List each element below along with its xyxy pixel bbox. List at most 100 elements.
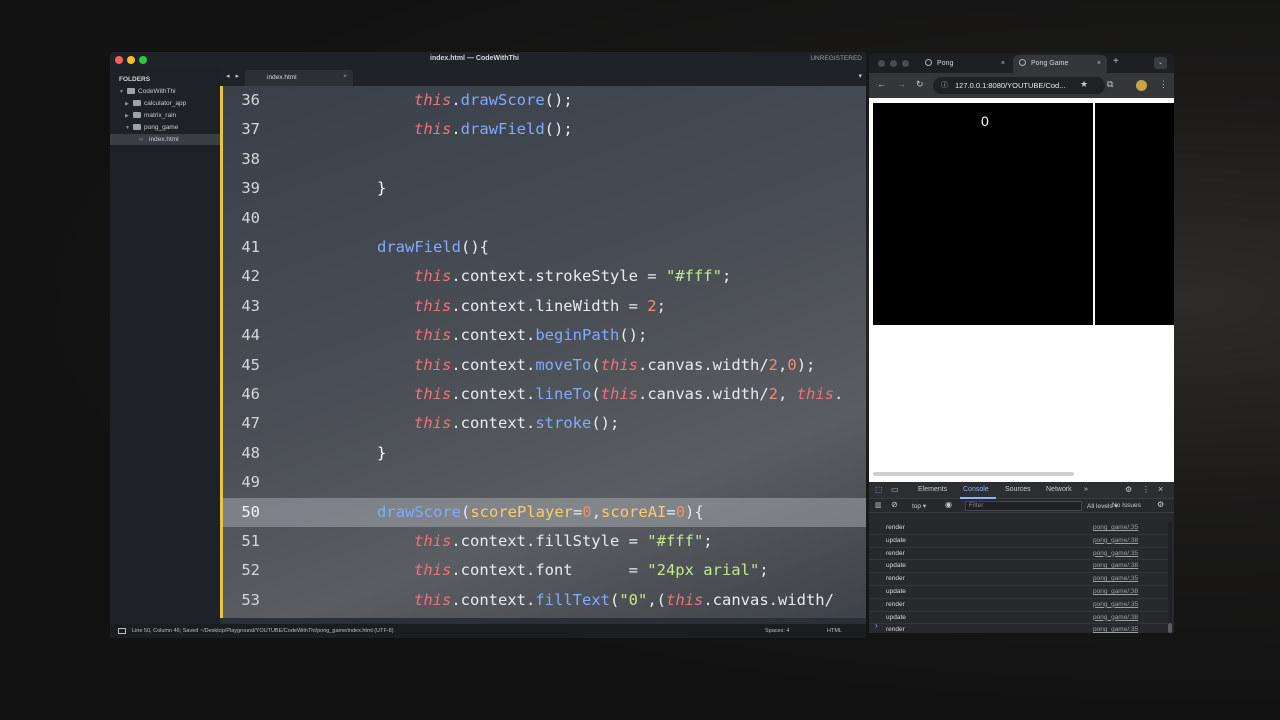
line-number: 38 — [241, 149, 260, 168]
folder-icon — [133, 124, 141, 130]
clear-console-icon[interactable]: ⊘ — [891, 500, 898, 509]
console-log-row: update pong_game/:38 — [869, 612, 1169, 625]
device-toolbar-icon[interactable]: ▭ — [891, 485, 899, 494]
log-source-link[interactable]: pong_game/:35 — [1093, 599, 1138, 612]
indentation-setting[interactable]: Spaces: 4 — [765, 624, 789, 638]
code-line: 44 this.context.beginPath(); — [220, 321, 866, 350]
console-prompt[interactable]: › — [875, 621, 878, 630]
log-source-link[interactable]: pong_game/:35 — [1093, 522, 1138, 535]
close-window-button[interactable] — [878, 60, 885, 67]
log-source-link[interactable]: pong_game/:38 — [1093, 612, 1138, 625]
tab-index-html[interactable]: index.html × — [245, 70, 353, 86]
horizontal-scrollbar[interactable] — [873, 472, 1074, 476]
console-log-row: update pong_game/:38 — [869, 560, 1169, 574]
log-source-link[interactable]: pong_game/:35 — [1093, 573, 1138, 586]
site-info-icon[interactable]: ⓘ — [941, 77, 948, 94]
browser-tab-pong[interactable]: Pong × — [919, 55, 1011, 73]
sidebar-toggle-icon[interactable]: ▥ — [875, 501, 882, 509]
log-source-link[interactable]: pong_game/:35 — [1093, 548, 1138, 561]
code-line: 45 this.context.moveTo(this.canvas.width/… — [220, 351, 866, 380]
tab-sources[interactable]: Sources — [1005, 486, 1031, 493]
close-devtools-icon[interactable]: × — [1158, 484, 1163, 494]
extensions-icon[interactable]: ⧉ — [1107, 79, 1113, 90]
panel-toggle-icon[interactable] — [118, 628, 126, 634]
code-line: 46 this.context.lineTo(this.canvas.width/… — [220, 380, 866, 409]
sidebar-item-label: index.html — [149, 136, 179, 143]
sidebar-item-matrix-rain[interactable]: ▶ matrix_rain — [125, 110, 176, 121]
settings-gear-icon[interactable]: ⚙ — [1125, 485, 1132, 494]
log-source-link[interactable]: pong_game/:38 — [1093, 535, 1138, 548]
folder-icon — [133, 100, 141, 106]
editor-tab-bar: ◂ ▸ index.html × ▾ — [220, 68, 866, 86]
tab-list-dropdown-icon[interactable]: ▾ — [858, 72, 862, 80]
more-menu-icon[interactable]: ⋮ — [1159, 79, 1168, 90]
sidebar-item-pong-game[interactable]: ▼ pong_game — [125, 122, 178, 133]
console-filter-input[interactable]: Filter — [965, 501, 1082, 511]
new-tab-button[interactable]: + — [1113, 56, 1119, 67]
browser-tab-pong-game[interactable]: Pong Game × — [1013, 55, 1107, 73]
more-tabs-icon[interactable]: » — [1084, 486, 1088, 493]
tab-close-icon[interactable]: × — [343, 73, 347, 80]
minimize-window-button[interactable] — [890, 60, 897, 67]
code-line: 51 this.context.fillStyle = "#fff"; — [220, 527, 866, 556]
tab-close-icon[interactable]: × — [1001, 55, 1005, 73]
zoom-window-button[interactable] — [902, 60, 909, 67]
console-settings-gear-icon[interactable]: ⚙ — [1157, 500, 1164, 509]
sidebar-item-codewiththi[interactable]: ▼ CodeWithThi — [119, 86, 176, 97]
code-line-current: 50 drawScore(scorePlayer=0,scoreAI=0){ — [220, 497, 866, 527]
log-source-link[interactable]: pong_game/:38 — [1093, 560, 1138, 573]
back-arrow-icon[interactable]: ← — [877, 79, 886, 89]
tab-close-icon[interactable]: × — [1097, 55, 1101, 73]
browser-toolbar: ← → ↻ ⓘ 127.0.0.1:8080/YOUTUBE/Cod... ★ … — [869, 73, 1174, 98]
url-text: 127.0.0.1:8080/YOUTUBE/Cod... — [955, 81, 1066, 90]
issues-counter[interactable]: No Issues — [1112, 502, 1141, 509]
collapse-triangle-icon: ▶ — [125, 113, 129, 119]
line-number: 42 — [241, 267, 260, 286]
devtools-menu-icon[interactable]: ⋮ — [1142, 485, 1150, 494]
code-line: 53 this.context.fillText("0",(this.canvas… — [220, 586, 866, 615]
line-number: 53 — [241, 590, 260, 609]
zoom-window-button[interactable] — [139, 56, 147, 64]
minimize-window-button[interactable] — [127, 56, 135, 64]
log-source-link[interactable]: pong_game/:35 — [1093, 624, 1138, 633]
code-line: 39} — [220, 174, 866, 203]
sidebar-item-calculator-app[interactable]: ▶ calculator_app — [125, 98, 186, 109]
live-expression-eye-icon[interactable]: ◉ — [945, 500, 952, 509]
unregistered-label: UNREGISTERED — [810, 55, 862, 62]
console-log-row: update pong_game/:38 — [869, 535, 1169, 548]
context-selector[interactable]: top ▾ — [912, 502, 926, 510]
log-source-link[interactable]: pong_game/:38 — [1093, 586, 1138, 599]
forward-arrow-icon[interactable]: → — [897, 79, 906, 89]
log-message: render — [886, 575, 905, 583]
collapse-triangle-icon: ▶ — [125, 101, 129, 107]
pong-game-canvas[interactable]: 0 — [873, 103, 1174, 325]
sidebar-header: FOLDERS — [119, 76, 151, 83]
sidebar-item-index-html[interactable]: ‹› index.html — [110, 134, 220, 145]
modified-lines-gutter-marker — [220, 86, 223, 618]
tab-elements[interactable]: Elements — [918, 486, 947, 493]
tab-network[interactable]: Network — [1046, 486, 1072, 493]
tab-label: index.html — [267, 74, 297, 81]
center-field-line — [1093, 103, 1095, 325]
bookmark-star-icon[interactable]: ★ — [1080, 79, 1088, 90]
profile-avatar[interactable] — [1136, 80, 1147, 91]
line-number: 50 — [241, 502, 260, 521]
reload-icon[interactable]: ↻ — [916, 79, 924, 90]
tab-search-button[interactable]: ⌄ — [1154, 57, 1167, 69]
console-scrollbar[interactable] — [1168, 522, 1172, 633]
code-line: 52 this.context.font = "24px arial"; — [220, 556, 866, 585]
close-window-button[interactable] — [115, 56, 123, 64]
line-number: 46 — [241, 385, 260, 403]
line-number: 52 — [241, 561, 260, 580]
tab-navigation-arrows[interactable]: ◂ ▸ — [226, 72, 241, 80]
code-area[interactable]: 36 this.drawScore(); 37 this.drawField(); … — [220, 86, 866, 618]
log-message: update — [886, 588, 906, 595]
line-number: 36 — [241, 91, 260, 109]
player-score: 0 — [981, 113, 989, 129]
syntax-setting[interactable]: HTML — [827, 624, 842, 638]
log-message: render — [886, 626, 905, 633]
line-number: 40 — [241, 208, 260, 227]
browser-window: Pong × Pong Game × + ⌄ ← → ↻ ⓘ 127.0.0.1… — [869, 53, 1174, 633]
tab-console[interactable]: Console — [963, 486, 989, 493]
inspect-element-icon[interactable]: ⬚ — [875, 485, 883, 494]
